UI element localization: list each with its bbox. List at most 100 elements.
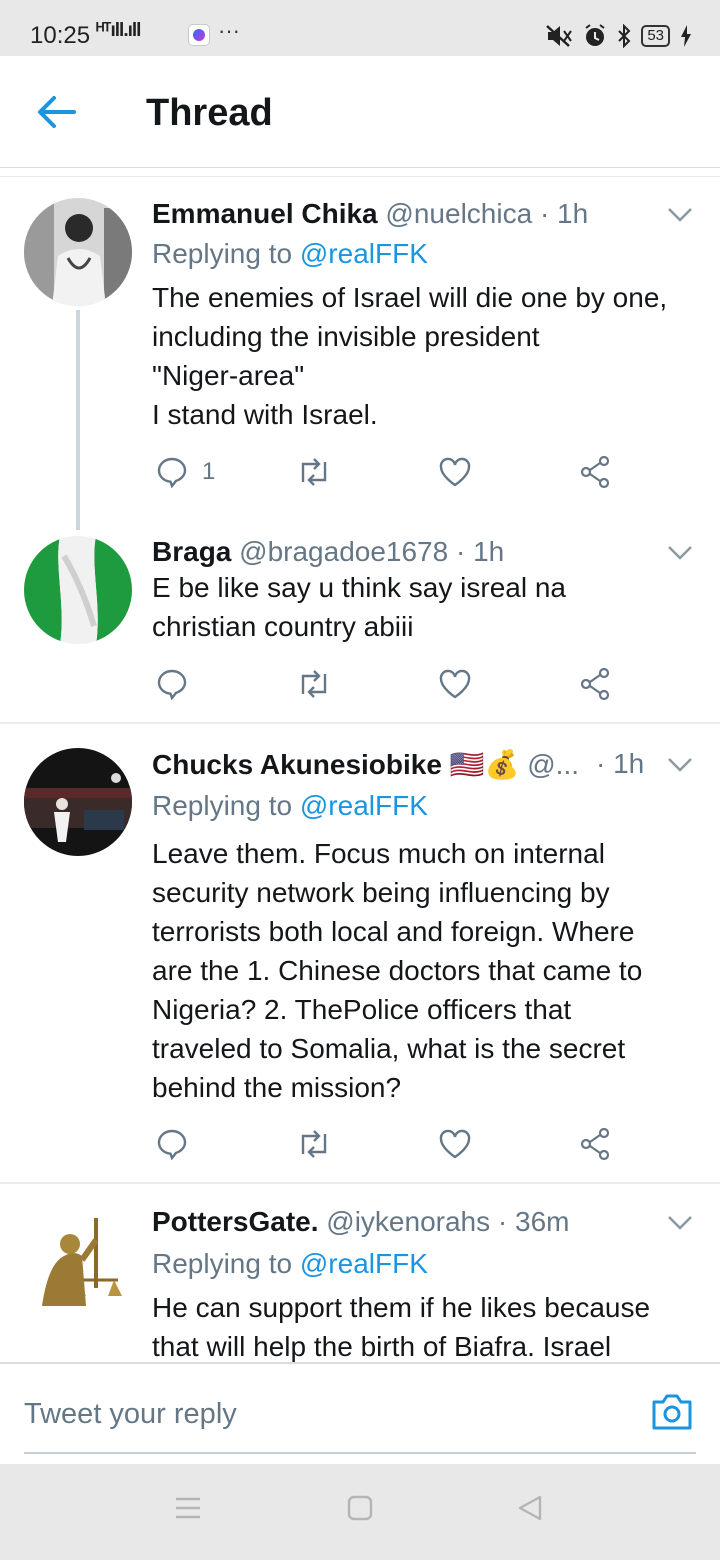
share-button[interactable] bbox=[578, 452, 612, 492]
avatar[interactable] bbox=[24, 748, 132, 856]
system-nav-bar bbox=[0, 1464, 720, 1560]
replying-label: Replying to bbox=[152, 238, 293, 269]
thread-line bbox=[76, 310, 80, 530]
heart-icon bbox=[439, 457, 471, 487]
reply-button[interactable] bbox=[156, 1124, 188, 1164]
avatar[interactable] bbox=[24, 198, 132, 306]
like-button[interactable] bbox=[438, 452, 472, 492]
reply-icon bbox=[157, 1129, 187, 1160]
divider bbox=[0, 176, 720, 177]
status-bar: 10:25 ᴴᵀıll.ıll ··· 53 bbox=[0, 0, 720, 56]
app-header: Thread bbox=[0, 56, 720, 168]
tweet-line: I stand with Israel. bbox=[152, 399, 378, 430]
tweet-actions: 1 bbox=[152, 452, 632, 492]
tweet-line: behind the mission? bbox=[152, 1072, 402, 1103]
tweet-line: Nigeria? 2. ThePolice officers that bbox=[152, 994, 572, 1025]
tweet-line: terrorists both local and foreign. Where bbox=[152, 916, 635, 947]
tweet-line: including the invisible president bbox=[152, 321, 540, 352]
tweet[interactable]: Chucks Akunesiobike 🇺🇸💰 @... · 1h Replyi… bbox=[0, 724, 720, 1182]
menu-icon[interactable] bbox=[174, 1494, 202, 1522]
tweet-line: He can support them if he likes because bbox=[152, 1292, 651, 1323]
reply-icon bbox=[157, 669, 187, 700]
avatar[interactable] bbox=[24, 536, 132, 644]
reply-count: 1 bbox=[202, 458, 216, 485]
retweet-button[interactable] bbox=[296, 1124, 332, 1164]
share-icon bbox=[580, 455, 610, 489]
home-icon[interactable] bbox=[346, 1494, 374, 1522]
retweet-icon bbox=[301, 1130, 327, 1158]
tweet-line: Leave them. Focus much on internal bbox=[152, 838, 605, 869]
chevron-down-icon[interactable] bbox=[666, 206, 694, 224]
more-notifications-icon: ··· bbox=[218, 18, 240, 43]
chevron-down-icon[interactable] bbox=[666, 1214, 694, 1232]
tweet[interactable]: Emmanuel Chika @nuelchica · 1h Replying … bbox=[0, 180, 720, 532]
author-flags: 🇺🇸💰 bbox=[449, 749, 520, 780]
replying-to: Replying to @realFFK bbox=[152, 790, 428, 822]
avatar[interactable] bbox=[24, 1210, 132, 1318]
replying-handle[interactable]: @realFFK bbox=[300, 790, 428, 821]
chevron-down-icon[interactable] bbox=[666, 756, 694, 774]
status-icons: 53 bbox=[545, 22, 692, 50]
tweet-text: Leave them. Focus much on internal secur… bbox=[152, 834, 702, 1107]
tweet-line: E be like say u think say isreal na bbox=[152, 572, 566, 603]
back-arrow-icon[interactable] bbox=[36, 94, 76, 130]
bluetooth-icon bbox=[618, 24, 631, 48]
tweet[interactable]: Braga @bragadoe1678 · 1h E be like say u… bbox=[0, 530, 720, 724]
share-button[interactable] bbox=[578, 1124, 612, 1164]
page-title: Thread bbox=[146, 92, 273, 134]
author-handle[interactable]: @nuelchica bbox=[385, 198, 532, 229]
author-name[interactable]: PottersGate. bbox=[152, 1206, 319, 1237]
tweet-line: are the 1. Chinese doctors that came to bbox=[152, 955, 643, 986]
retweet-icon bbox=[301, 670, 327, 698]
author-name[interactable]: Emmanuel Chika bbox=[152, 198, 378, 229]
retweet-button[interactable] bbox=[296, 664, 332, 704]
retweet-button[interactable] bbox=[296, 452, 332, 492]
author-handle[interactable]: @... bbox=[527, 749, 579, 780]
like-button[interactable] bbox=[438, 1124, 472, 1164]
author-handle[interactable]: @bragadoe1678 bbox=[239, 536, 448, 567]
share-icon bbox=[580, 667, 610, 701]
mute-icon bbox=[546, 25, 573, 47]
tweet-line: The enemies of Israel will die one by on… bbox=[152, 282, 668, 313]
share-icon bbox=[580, 1127, 610, 1161]
messenger-icon bbox=[188, 24, 210, 46]
replying-handle[interactable]: @realFFK bbox=[300, 238, 428, 269]
tweet-meta: PottersGate. @iykenorahs · 36m bbox=[152, 1206, 569, 1238]
author-handle[interactable]: @iykenorahs bbox=[326, 1206, 490, 1237]
tweet-meta: Chucks Akunesiobike 🇺🇸💰 @... bbox=[152, 748, 579, 781]
tweet-time: · 1h bbox=[596, 748, 645, 779]
tweet-time: · 1h bbox=[539, 198, 589, 229]
tweet-meta: Emmanuel Chika @nuelchica · 1h bbox=[152, 198, 588, 230]
chevron-down-icon[interactable] bbox=[666, 544, 694, 562]
tweet-text: E be like say u think say isreal na chri… bbox=[152, 568, 702, 646]
tweet-time: · 36m bbox=[497, 1206, 570, 1237]
share-button[interactable] bbox=[578, 664, 612, 704]
reply-composer: Tweet your reply bbox=[0, 1362, 720, 1464]
battery-level: 53 bbox=[641, 25, 670, 47]
reply-button[interactable]: 1 bbox=[156, 452, 215, 492]
retweet-icon bbox=[301, 458, 327, 486]
tweet-actions bbox=[152, 664, 632, 704]
replying-to: Replying to @realFFK bbox=[152, 238, 428, 270]
replying-to: Replying to @realFFK bbox=[152, 1248, 428, 1280]
tweet-meta: Braga @bragadoe1678 · 1h bbox=[152, 536, 504, 568]
back-icon[interactable] bbox=[516, 1494, 544, 1522]
tweet-text: The enemies of Israel will die one by on… bbox=[152, 278, 702, 434]
input-underline bbox=[24, 1452, 696, 1454]
author-name[interactable]: Braga bbox=[152, 536, 231, 567]
tweet-line: "Niger-area" bbox=[152, 360, 305, 391]
replying-label: Replying to bbox=[152, 790, 293, 821]
tweet[interactable]: PottersGate. @iykenorahs · 36m Replying … bbox=[0, 1184, 720, 1362]
tweet-actions bbox=[152, 1124, 632, 1164]
reply-input[interactable]: Tweet your reply bbox=[24, 1398, 237, 1431]
charging-icon bbox=[681, 25, 691, 47]
like-button[interactable] bbox=[438, 664, 472, 704]
tweet-line: that will help the birth of Biafra. Isra… bbox=[152, 1331, 612, 1362]
signal-icon: ᴴᵀıll.ıll bbox=[96, 20, 141, 41]
alarm-icon bbox=[585, 24, 605, 46]
reply-button[interactable] bbox=[156, 664, 188, 704]
author-name[interactable]: Chucks Akunesiobike bbox=[152, 749, 442, 780]
camera-icon[interactable] bbox=[650, 1392, 694, 1432]
heart-icon bbox=[439, 669, 471, 699]
replying-handle[interactable]: @realFFK bbox=[300, 1248, 428, 1279]
